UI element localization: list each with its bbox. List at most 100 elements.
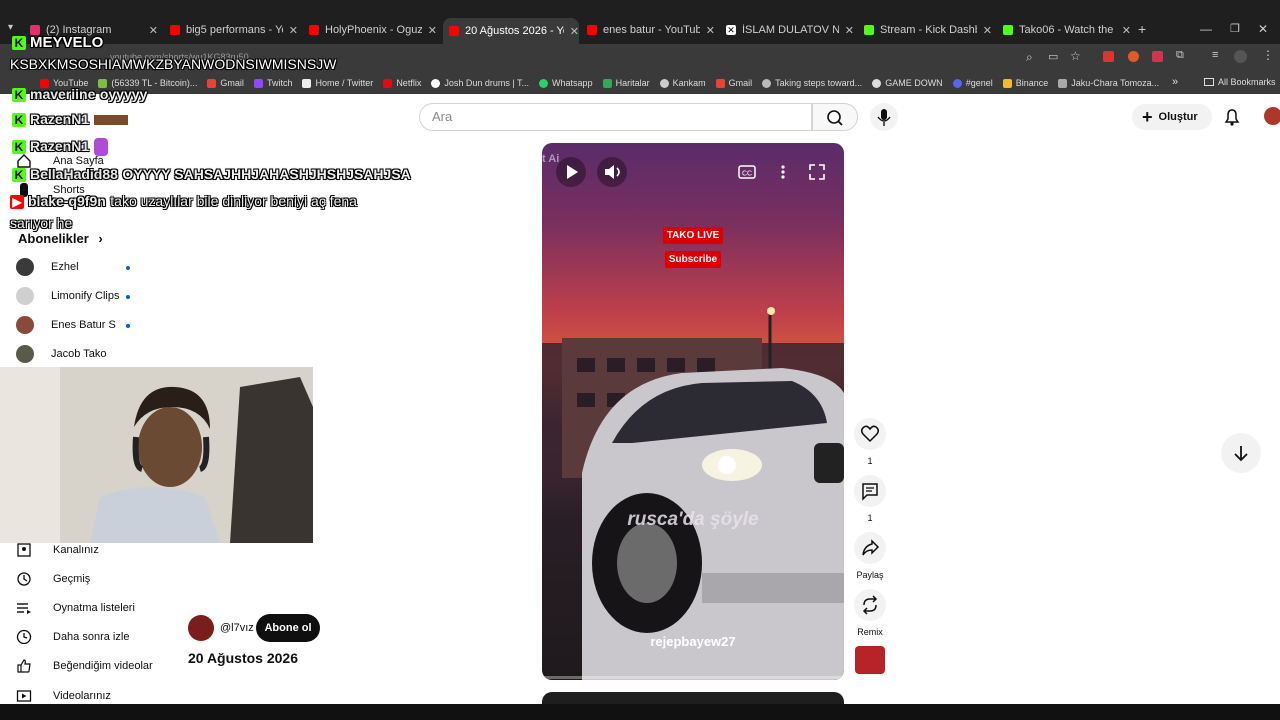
window-close-icon[interactable]: ✕ [1258, 22, 1268, 36]
bookmark-kankam[interactable]: Kankam [659, 78, 706, 88]
channel-avatar[interactable] [188, 615, 214, 641]
minimize-icon[interactable]: — [1200, 22, 1212, 36]
next-video-button[interactable] [1221, 433, 1261, 473]
sidebar-sub-jacob-tako[interactable]: Jacob Tako [16, 341, 166, 367]
close-icon[interactable]: ✕ [570, 25, 579, 38]
close-icon[interactable]: ✕ [1122, 24, 1131, 37]
kick-logo-icon: K [12, 167, 26, 182]
zoom-icon[interactable]: ⌕ [1026, 50, 1033, 65]
thumbs-up-icon [17, 659, 31, 673]
new-tab-plus-icon[interactable]: + [1138, 21, 1146, 37]
close-icon[interactable]: ✕ [983, 24, 992, 37]
profile-avatar-icon[interactable] [1234, 50, 1247, 63]
sidebar-sub-enes-batur[interactable]: Enes Batur S [16, 312, 166, 338]
remix-button[interactable] [854, 589, 886, 621]
share-icon [862, 539, 880, 556]
subscribe-button[interactable]: Abone ol [256, 614, 320, 642]
bookmark-taking-steps[interactable]: Taking steps toward... [762, 78, 862, 88]
youtube-favicon-icon [449, 26, 459, 36]
extensions-puzzle-icon[interactable]: ⧉ [1176, 49, 1184, 62]
browser-menu-icon[interactable]: ⋮ [1262, 48, 1274, 62]
bookmark-star-icon[interactable]: ☆ [1070, 49, 1081, 63]
bookmark-genel[interactable]: #genel [952, 78, 993, 88]
tab-enes-batur[interactable]: enes batur - YouTube ✕ [587, 20, 715, 40]
subscribe-chip: Subscribe [542, 249, 844, 268]
video-caption: rusca'da şöyle [627, 509, 759, 530]
tab-list-dropdown-icon[interactable]: ▾ [8, 22, 13, 33]
close-icon[interactable]: ✕ [428, 24, 437, 37]
search-input[interactable]: Ara [419, 103, 812, 131]
subscriptions-heading[interactable]: Abonelikler › [18, 231, 103, 246]
tab-active-video[interactable]: 20 Ağustos 2026 - YouTub ✕ [443, 18, 579, 44]
kick-logo-icon: K [12, 140, 26, 154]
volume-icon [605, 165, 620, 179]
channel-handle[interactable]: @l7vız [220, 622, 254, 634]
close-icon[interactable]: ✕ [149, 24, 158, 37]
share-button[interactable] [854, 532, 886, 564]
cast-icon[interactable]: ▭ [1048, 50, 1058, 63]
audio-track-thumbnail[interactable] [855, 646, 885, 674]
sidebar-sub-limonify[interactable]: Limonify Clips [16, 283, 166, 309]
bookmark-game-down[interactable]: GAME DOWN [872, 78, 943, 88]
kick-logo-icon: K [12, 36, 26, 51]
chevron-right-icon: › [98, 231, 103, 246]
bookmark-gmail[interactable]: Gmail [207, 78, 244, 88]
close-icon[interactable]: ✕ [845, 24, 854, 37]
bookmark-haritalar[interactable]: Haritalar [602, 78, 650, 88]
tab-holyphoenix[interactable]: HolyPhoenix - Oguzhanc ✕ [309, 20, 437, 40]
volume-button[interactable] [597, 157, 627, 187]
tab-big5[interactable]: big5 performans - YouTub ✕ [170, 20, 298, 40]
folder-icon [1204, 78, 1214, 86]
extension-orange-icon[interactable] [1128, 51, 1139, 62]
fullscreen-button[interactable] [806, 161, 828, 183]
chat-line-continuation: sarıyor he [10, 215, 73, 231]
heart-icon [860, 425, 880, 443]
chat-line: ▶ blake-q9f9n tako uzaylılar bile dinliyo… [10, 193, 357, 211]
bookmark-binance[interactable]: Binance [1002, 78, 1048, 88]
bookmark-netflix[interactable]: Netflix [383, 78, 421, 88]
search-button[interactable] [812, 103, 858, 131]
taskbar-strip [0, 704, 1280, 720]
sidebar-item-playlists[interactable]: Oynatma listeleri [16, 595, 166, 621]
avatar [16, 316, 34, 334]
create-button[interactable]: + Oluştur [1132, 104, 1212, 130]
new-content-dot [126, 266, 130, 270]
extension-red-icon[interactable] [1103, 51, 1114, 62]
comments-button[interactable] [854, 475, 886, 507]
bookmark-jaku-chara[interactable]: Jaku-Chara Tomoza... [1058, 78, 1159, 88]
captions-button[interactable]: CC [736, 161, 758, 183]
bookmarks-overflow-icon[interactable]: » [1172, 76, 1178, 88]
voice-search-button[interactable] [870, 103, 898, 131]
account-avatar[interactable] [1262, 105, 1280, 127]
close-icon[interactable]: ✕ [706, 24, 715, 37]
reading-list-icon[interactable]: ≡ [1212, 49, 1218, 61]
sidebar-sub-ezhel[interactable]: Ezhel [16, 254, 166, 280]
browser-tab-bar: ▾ (2) Instagram ✕ big5 performans - YouT… [0, 0, 1280, 44]
close-icon[interactable]: ✕ [289, 24, 298, 37]
extension-pink-icon[interactable] [1152, 51, 1163, 62]
kick-favicon-icon [864, 25, 874, 35]
tab-islam-dulatov[interactable]: ✕ İSLAM DULATOV NAMO ✕ [726, 20, 854, 40]
bookmark-twitter[interactable]: Home / Twitter [302, 78, 373, 88]
all-bookmarks[interactable]: All Bookmarks [1204, 77, 1276, 87]
play-button[interactable] [556, 157, 586, 187]
bookmark-gmail-2[interactable]: Gmail [715, 78, 752, 88]
tab-tako-vod[interactable]: Tako06 - Watch the VOD ✕ [1003, 20, 1131, 40]
notifications-bell-icon[interactable] [1222, 107, 1242, 127]
bookmark-whatsapp[interactable]: Whatsapp [539, 78, 593, 88]
more-vert-icon [781, 165, 785, 179]
share-label: Paylaş [856, 570, 884, 580]
shorts-video-player[interactable]: t Ai CC TAKO LIVE Subscribe rusca'da şöy… [542, 143, 844, 680]
tab-kick-dashboard[interactable]: Stream - Kick Dashboard ✕ [864, 20, 992, 40]
sidebar-item-liked-videos[interactable]: Beğendiğim videolar [16, 653, 166, 679]
bookmark-josh-dun[interactable]: Josh Dun drums | T... [431, 78, 529, 88]
webcam-overlay [0, 367, 313, 543]
like-button[interactable] [854, 418, 886, 450]
sidebar-item-watch-later[interactable]: Daha sonra izle [16, 624, 166, 650]
youtube-favicon-icon [309, 25, 319, 35]
video-progress-bar[interactable] [542, 676, 844, 679]
bookmark-twitch[interactable]: Twitch [253, 78, 292, 88]
sidebar-item-history[interactable]: Geçmiş [16, 566, 166, 592]
more-options-button[interactable] [772, 161, 794, 183]
restore-icon[interactable]: ❐ [1230, 22, 1240, 35]
